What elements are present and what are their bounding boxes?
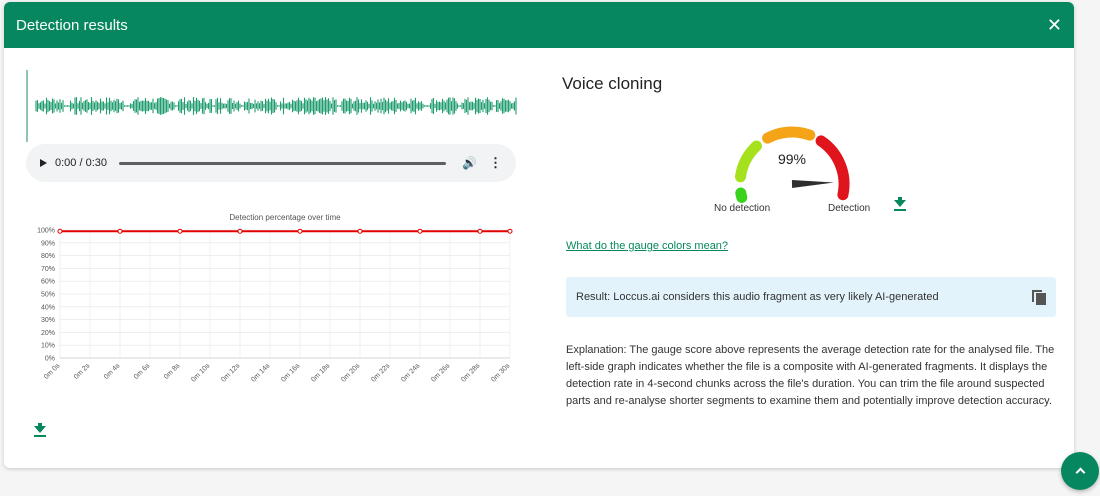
x-tick-label: 0m 30s bbox=[490, 362, 512, 384]
y-tick-label: 30% bbox=[41, 317, 55, 324]
gauge-needle bbox=[791, 180, 834, 188]
close-icon[interactable]: ✕ bbox=[1047, 16, 1062, 34]
y-tick-label: 100% bbox=[37, 228, 55, 235]
scroll-top-button[interactable] bbox=[1061, 452, 1099, 490]
x-tick-label: 0m 18s bbox=[310, 362, 332, 384]
y-tick-label: 80% bbox=[41, 253, 55, 260]
x-tick-label: 0m 2s bbox=[73, 362, 92, 381]
player-time: 0:00 / 0:30 bbox=[55, 157, 107, 169]
detection-chart: Detection percentage over time 0% 10% 20% 30… bbox=[37, 213, 513, 384]
gauge-colors-link[interactable]: What do the gauge colors mean? bbox=[566, 240, 728, 252]
y-tick-label: 50% bbox=[41, 292, 55, 299]
data-point[interactable] bbox=[237, 228, 243, 234]
more-options-icon[interactable]: ⋮ bbox=[489, 155, 502, 171]
gauge-label-detection: Detection bbox=[828, 203, 871, 214]
chart-title: Detection percentage over time bbox=[229, 213, 341, 222]
y-tick-label: 20% bbox=[41, 330, 55, 337]
data-point[interactable] bbox=[417, 228, 423, 234]
data-point[interactable] bbox=[477, 228, 483, 234]
result-text: Result: Loccus.ai considers this audio f… bbox=[576, 291, 939, 303]
voice-cloning-title: Voice cloning bbox=[562, 74, 663, 93]
detection-gauge: 99% bbox=[735, 126, 850, 203]
audio-player: 0:00 / 0:30 🔊 ⋮ bbox=[26, 144, 516, 182]
volume-icon[interactable]: 🔊 bbox=[462, 156, 477, 170]
explanation-text: Explanation: The gauge score above repre… bbox=[566, 344, 1055, 407]
dialog-title: Detection results bbox=[16, 16, 128, 34]
chevron-up-icon bbox=[1075, 467, 1085, 478]
data-point[interactable] bbox=[117, 228, 123, 234]
data-point[interactable] bbox=[177, 228, 183, 234]
waveform[interactable] bbox=[26, 70, 518, 142]
gauge-arc-yellow-green bbox=[735, 140, 762, 183]
x-tick-label: 0m 20s bbox=[340, 362, 362, 384]
gauge-arc-green bbox=[735, 187, 748, 203]
play-icon[interactable] bbox=[40, 159, 47, 167]
y-tick-label: 60% bbox=[41, 279, 55, 286]
download-gauge-button[interactable] bbox=[894, 197, 906, 216]
data-point[interactable] bbox=[507, 228, 513, 234]
x-tick-label: 0m 26s bbox=[430, 362, 452, 384]
download-icon bbox=[34, 423, 46, 437]
x-tick-label: 0m 16s bbox=[280, 362, 302, 384]
copy-icon[interactable] bbox=[1032, 289, 1046, 305]
player-progress-track[interactable] bbox=[119, 161, 447, 165]
download-chart-button[interactable] bbox=[34, 423, 46, 442]
data-point[interactable] bbox=[357, 228, 363, 234]
right-panel: Voice cloning 99% No detection Detection… bbox=[562, 62, 1056, 407]
y-tick-label: 90% bbox=[41, 240, 55, 247]
x-tick-label: 0m 22s bbox=[370, 362, 392, 384]
x-tick-label: 0m 14s bbox=[250, 362, 272, 384]
x-tick-label: 0m 8s bbox=[163, 362, 182, 381]
waveform-path bbox=[35, 97, 517, 115]
x-tick-label: 0m 28s bbox=[460, 362, 482, 384]
gauge-arc-orange bbox=[762, 126, 816, 144]
x-tick-label: 0m 24s bbox=[400, 362, 422, 384]
detection-results-dialog: Detection results ✕ 0:00 / 0:30 🔊 ⋮ Dete… bbox=[4, 2, 1074, 468]
dialog-header: Detection results ✕ bbox=[4, 2, 1074, 48]
gauge-score: 99% bbox=[778, 151, 806, 167]
x-tick-label: 0m 0s bbox=[43, 362, 62, 381]
download-icon bbox=[894, 197, 906, 211]
data-point[interactable] bbox=[297, 228, 303, 234]
y-tick-label: 40% bbox=[41, 304, 55, 311]
gauge-arc-red bbox=[815, 135, 850, 201]
x-tick-label: 0m 10s bbox=[190, 362, 212, 384]
x-tick-label: 0m 4s bbox=[103, 362, 122, 381]
gauge-label-no-detection: No detection bbox=[714, 203, 771, 214]
result-box: Result: Loccus.ai considers this audio f… bbox=[566, 277, 1056, 317]
y-tick-label: 10% bbox=[41, 343, 55, 350]
y-tick-label: 0% bbox=[45, 356, 55, 363]
data-point[interactable] bbox=[57, 228, 63, 234]
y-tick-label: 70% bbox=[41, 266, 55, 273]
x-tick-label: 0m 6s bbox=[133, 362, 152, 381]
x-tick-label: 0m 12s bbox=[220, 362, 242, 384]
